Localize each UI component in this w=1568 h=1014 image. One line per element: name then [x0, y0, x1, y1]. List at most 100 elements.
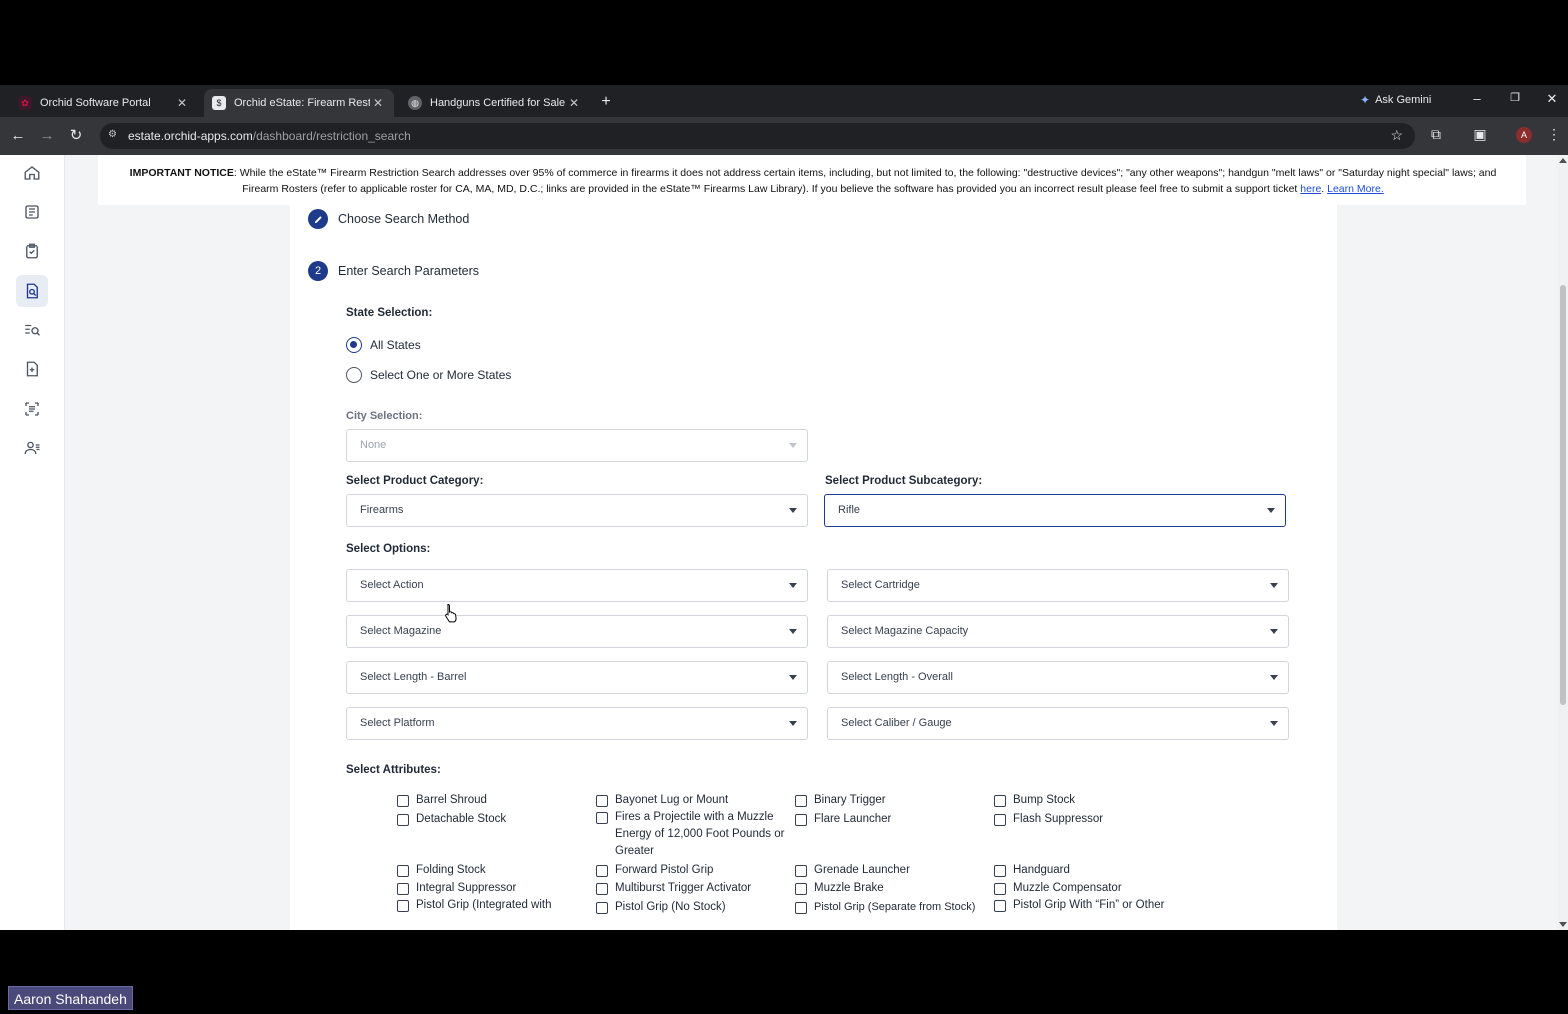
step-enter-search-parameters[interactable]: 2 Enter Search Parameters	[308, 261, 479, 281]
checkbox[interactable]	[994, 814, 1006, 826]
checkbox[interactable]	[397, 814, 409, 826]
select-placeholder: Select Length - Overall	[841, 671, 953, 683]
checkbox[interactable]	[795, 865, 807, 877]
product-subcategory-select[interactable]: Rifle	[824, 494, 1286, 527]
sidepanel-icon[interactable]: ▣	[1470, 126, 1490, 143]
checkbox[interactable]	[994, 883, 1006, 895]
close-icon[interactable]: ✕	[370, 96, 386, 110]
scrollbar-thumb[interactable]	[1560, 285, 1566, 705]
action-select[interactable]: Select Action	[346, 569, 808, 602]
attribute-label: Folding Stock	[416, 864, 486, 876]
caliber-gauge-select[interactable]: Select Caliber / Gauge	[827, 707, 1289, 740]
product-subcategory-value: Rifle	[838, 504, 861, 516]
select-placeholder: Select Magazine Capacity	[841, 625, 969, 637]
search-form-card: Choose Search Method 2 Enter Search Para…	[290, 205, 1337, 930]
attribute-label: Handguard	[1013, 864, 1070, 876]
profile-avatar[interactable]: A	[1516, 127, 1532, 143]
left-sidebar	[0, 155, 65, 930]
checkbox[interactable]	[596, 812, 608, 824]
select-placeholder: Select Action	[360, 579, 424, 591]
restriction-search-icon[interactable]	[16, 275, 48, 307]
checkbox[interactable]	[994, 900, 1006, 912]
radio-select-states[interactable]: Select One or More States	[346, 367, 511, 383]
checkbox[interactable]	[795, 902, 807, 914]
product-category-select[interactable]: Firearms	[346, 494, 808, 527]
attribute-checkbox[interactable]: Fires a Projectile with a Muzzle Energy …	[596, 809, 794, 861]
checkbox[interactable]	[596, 795, 608, 807]
extensions-icon[interactable]: ⧉	[1426, 126, 1446, 143]
pencil-icon	[308, 209, 328, 229]
chevron-down-icon	[789, 721, 797, 726]
learn-more-link[interactable]: Learn More.	[1327, 183, 1384, 195]
checkbox[interactable]	[795, 795, 807, 807]
radio-all-states[interactable]: All States	[346, 337, 421, 353]
minimize-icon[interactable]: –	[1467, 91, 1487, 106]
forward-icon[interactable]: →	[37, 127, 57, 145]
chevron-down-icon	[789, 583, 797, 588]
globe-icon: ◍	[408, 96, 422, 110]
chevron-down-icon	[789, 629, 797, 634]
step-choose-search-method[interactable]: Choose Search Method	[308, 209, 469, 229]
back-icon[interactable]: ←	[8, 127, 28, 145]
new-tab-button[interactable]: +	[596, 92, 616, 112]
attribute-label: Barrel Shroud	[416, 794, 487, 806]
close-icon[interactable]: ✕	[566, 96, 582, 110]
users-icon[interactable]	[16, 432, 48, 464]
radio-button[interactable]	[346, 337, 362, 353]
barrel-length-select[interactable]: Select Length - Barrel	[346, 661, 808, 694]
platform-select[interactable]: Select Platform	[346, 707, 808, 740]
window-close-icon[interactable]: ✕	[1542, 91, 1562, 107]
tab-handguns-certified[interactable]: ◍ Handguns Certified for Sale | St ✕	[400, 89, 590, 117]
tab-orchid-portal[interactable]: ✿ Orchid Software Portal ✕	[10, 89, 198, 117]
support-ticket-link[interactable]: here	[1300, 183, 1321, 195]
select-options-label: Select Options:	[346, 543, 431, 555]
address-bar[interactable]: ⚙ estate.orchid-apps.com/dashboard/restr…	[100, 123, 1415, 149]
checkbox[interactable]	[397, 795, 409, 807]
ask-gemini-button[interactable]: ✦ Ask Gemini	[1360, 93, 1431, 107]
scroll-down-icon[interactable]	[1559, 922, 1567, 927]
checkbox[interactable]	[795, 814, 807, 826]
add-document-icon[interactable]	[16, 353, 48, 385]
ask-gemini-label: Ask Gemini	[1375, 94, 1432, 106]
reload-icon[interactable]: ↻	[66, 127, 86, 145]
checkbox[interactable]	[994, 795, 1006, 807]
checkbox[interactable]	[397, 900, 409, 912]
url-path: /dashboard/restriction_search	[252, 129, 411, 143]
city-select-value: None	[360, 439, 387, 451]
magazine-select[interactable]: Select Magazine	[346, 615, 808, 648]
attribute-label: Multiburst Trigger Activator	[615, 882, 752, 894]
radio-button[interactable]	[346, 367, 362, 383]
product-subcategory-label: Select Product Subcategory:	[825, 475, 983, 487]
checkbox[interactable]	[596, 883, 608, 895]
restore-icon[interactable]: ❐	[1505, 91, 1525, 104]
library-icon[interactable]	[16, 196, 48, 228]
checkbox[interactable]	[795, 883, 807, 895]
checkbox[interactable]	[596, 902, 608, 914]
clipboard-check-icon[interactable]	[16, 235, 48, 267]
important-notice: IMPORTANT NOTICE: While the eState™ Fire…	[98, 155, 1526, 205]
tab-orchid-estate[interactable]: $ Orchid eState: Firearm Restrictio ✕	[204, 89, 394, 117]
menu-icon[interactable]: ⋮	[1544, 126, 1564, 143]
magazine-capacity-select[interactable]: Select Magazine Capacity	[827, 615, 1289, 648]
report-icon[interactable]	[16, 393, 48, 425]
tab-title: Handguns Certified for Sale | St	[430, 97, 566, 109]
cartridge-select[interactable]: Select Cartridge	[827, 569, 1289, 602]
scroll-up-icon[interactable]	[1559, 158, 1567, 163]
attribute-label: Pistol Grip (Separate from Stock)	[814, 901, 976, 913]
url-text: estate.orchid-apps.com/dashboard/restric…	[128, 129, 411, 143]
list-search-icon[interactable]	[16, 314, 48, 346]
checkbox[interactable]	[994, 865, 1006, 877]
overall-length-select[interactable]: Select Length - Overall	[827, 661, 1289, 694]
page-scrollbar[interactable]	[1558, 155, 1568, 930]
attribute-label: Pistol Grip With “Fin” or Other	[1013, 899, 1165, 911]
site-info-icon[interactable]: ⚙	[108, 129, 120, 143]
checkbox[interactable]	[397, 865, 409, 877]
home-icon[interactable]	[16, 157, 48, 189]
radio-label: All States	[370, 338, 421, 352]
bookmark-star-icon[interactable]: ☆	[1390, 127, 1403, 144]
checkbox[interactable]	[596, 865, 608, 877]
tab-title: Orchid Software Portal	[40, 97, 151, 109]
close-icon[interactable]: ✕	[174, 96, 190, 110]
chevron-down-icon	[1270, 629, 1278, 634]
checkbox[interactable]	[397, 883, 409, 895]
